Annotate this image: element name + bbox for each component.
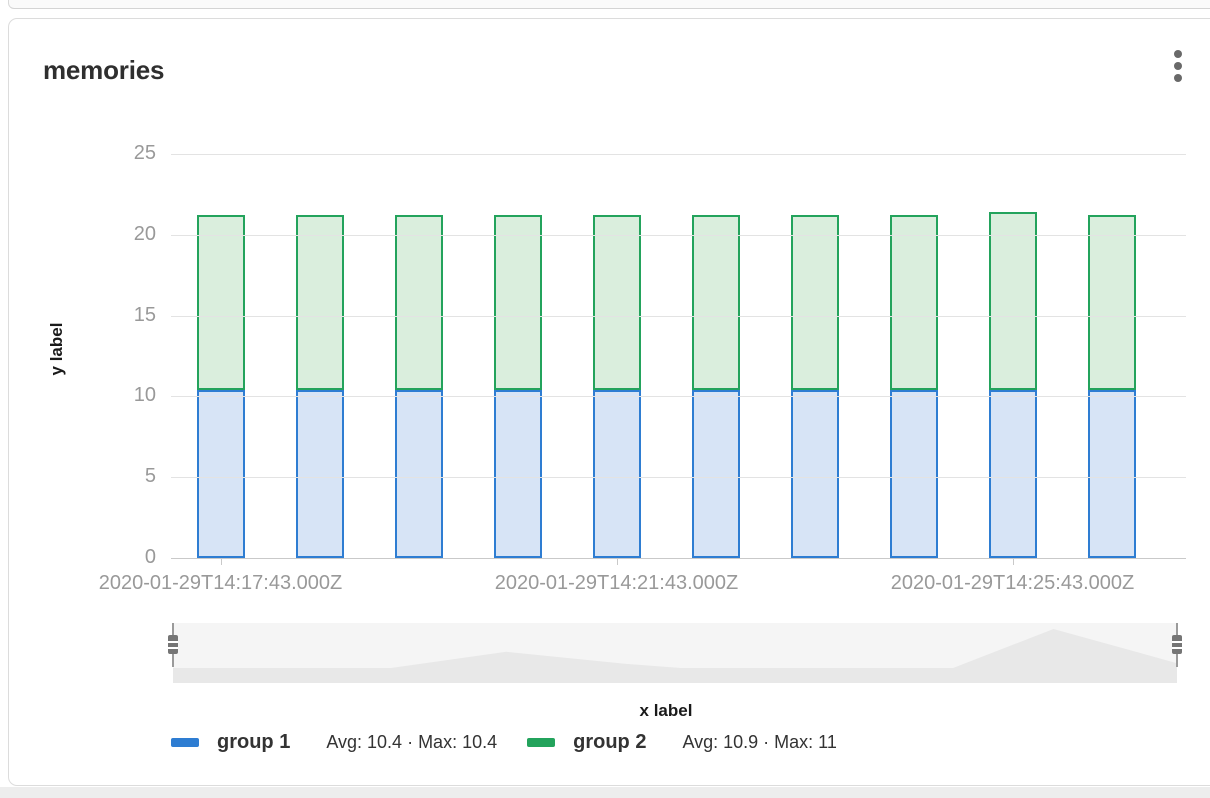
page-background-strip bbox=[0, 787, 1210, 798]
y-axis-tick-label: 15 bbox=[66, 304, 156, 327]
bar-segment-group-2[interactable] bbox=[791, 215, 839, 390]
x-axis-title: x label bbox=[171, 701, 1161, 721]
x-axis-tick bbox=[221, 558, 222, 565]
bar-segment-group-2[interactable] bbox=[296, 215, 344, 390]
bar-segment-group-1[interactable] bbox=[692, 390, 740, 558]
y-axis-tick-label: 25 bbox=[66, 142, 156, 165]
bar-segment-group-2[interactable] bbox=[593, 215, 641, 390]
bar-segment-group-1[interactable] bbox=[197, 390, 245, 558]
gridline bbox=[171, 477, 1186, 478]
y-axis-tick-label: 20 bbox=[66, 223, 156, 246]
bar-segment-group-1[interactable] bbox=[890, 390, 938, 558]
gridline bbox=[171, 235, 1186, 236]
legend-item-group-2[interactable]: group 2 bbox=[527, 731, 646, 754]
bar-segment-group-1[interactable] bbox=[1088, 390, 1136, 558]
bar-segment-group-2[interactable] bbox=[692, 215, 740, 390]
x-axis-tick bbox=[1013, 558, 1014, 565]
bar-segment-group-2[interactable] bbox=[890, 215, 938, 390]
x-axis-line bbox=[171, 558, 1186, 559]
range-brush[interactable] bbox=[173, 623, 1177, 683]
legend-item-group-1[interactable]: group 1 bbox=[171, 731, 290, 754]
legend-label-group-2: group 2 bbox=[573, 731, 646, 754]
legend-stats-group-2: Avg: 10.9 · Max: 11 bbox=[682, 732, 836, 753]
brush-handle-right[interactable] bbox=[1170, 623, 1184, 667]
y-axis-title: y label bbox=[47, 319, 67, 379]
bar-segment-group-2[interactable] bbox=[989, 212, 1037, 390]
bar-segment-group-1[interactable] bbox=[989, 390, 1037, 558]
bar-segment-group-1[interactable] bbox=[395, 390, 443, 558]
chart-panel-card: memories 2020-01-29T14:25:43.000Z2020-01… bbox=[8, 18, 1210, 786]
y-axis-tick-label: 0 bbox=[66, 546, 156, 569]
brush-grip-icon bbox=[168, 635, 178, 654]
bar-segment-group-2[interactable] bbox=[197, 215, 245, 390]
bar-segment-group-1[interactable] bbox=[791, 390, 839, 558]
y-axis-tick-label: 10 bbox=[66, 384, 156, 407]
x-axis-tick-label: 2020-01-29T14:25:43.000Z bbox=[843, 572, 1183, 595]
bar-segment-group-2[interactable] bbox=[494, 215, 542, 390]
x-axis-tick bbox=[617, 558, 618, 565]
y-axis-tick-label: 5 bbox=[66, 465, 156, 488]
previous-panel-edge bbox=[8, 0, 1210, 9]
legend-swatch-group-2 bbox=[527, 738, 555, 747]
legend-swatch-group-1 bbox=[171, 738, 199, 747]
chart-legend: group 1 Avg: 10.4 · Max: 10.4 group 2 Av… bbox=[171, 731, 1171, 754]
gridline bbox=[171, 316, 1186, 317]
legend-label-group-1: group 1 bbox=[217, 731, 290, 754]
bar-segment-group-2[interactable] bbox=[395, 215, 443, 390]
bar-segment-group-1[interactable] bbox=[494, 390, 542, 558]
bar-segment-group-2[interactable] bbox=[1088, 215, 1136, 390]
x-axis-tick-label: 2020-01-29T14:21:43.000Z bbox=[447, 572, 787, 595]
brush-handle-left[interactable] bbox=[166, 623, 180, 667]
brush-grip-icon bbox=[1172, 635, 1182, 654]
bar-segment-group-1[interactable] bbox=[296, 390, 344, 558]
legend-stats-group-1: Avg: 10.4 · Max: 10.4 bbox=[326, 732, 497, 753]
bar-segment-group-1[interactable] bbox=[593, 390, 641, 558]
bar-chart: 2020-01-29T14:25:43.000Z 2020-01-29T14:21… bbox=[9, 19, 1210, 787]
x-axis-tick-label: 2020-01-29T14:17:43.000Z bbox=[51, 572, 391, 595]
gridline bbox=[171, 396, 1186, 397]
gridline bbox=[171, 154, 1186, 155]
brush-overview-area bbox=[173, 623, 1177, 683]
